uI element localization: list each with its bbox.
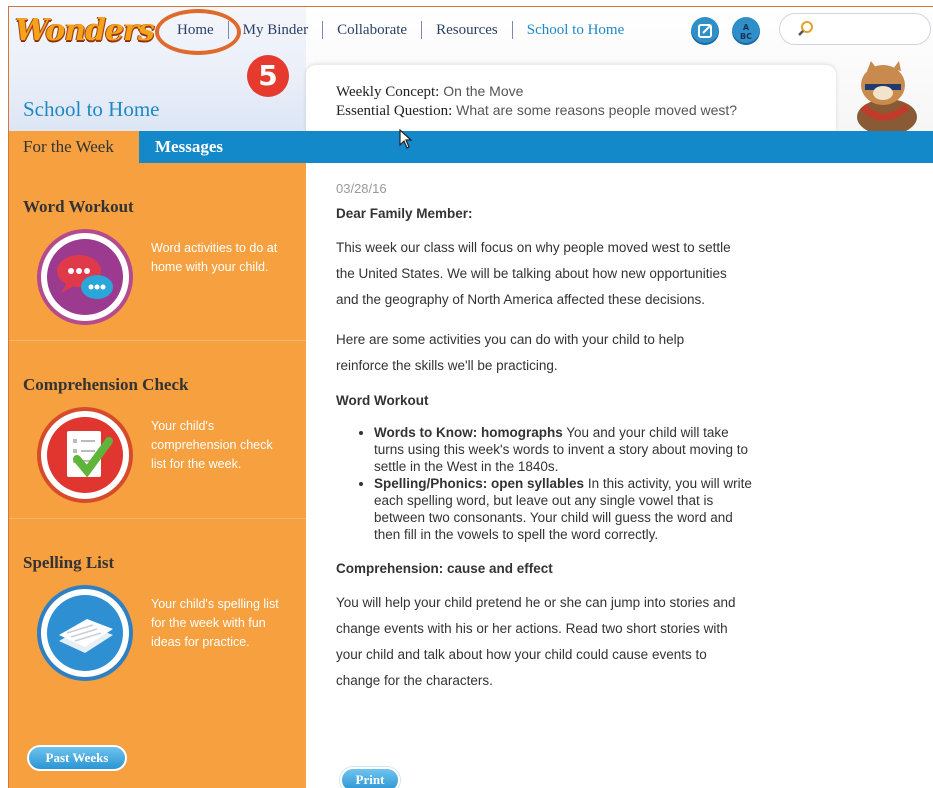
sidebar-section-title: Spelling List xyxy=(23,553,115,572)
tab-bar xyxy=(9,131,933,163)
mouse-pointer-icon xyxy=(399,128,413,154)
print-button[interactable]: Print xyxy=(340,767,400,788)
search-input[interactable] xyxy=(779,13,931,45)
sidebar-section-description: Word activities to do at home with your … xyxy=(151,241,278,274)
letter-paragraph: You will help your child pretend he or s… xyxy=(336,595,736,688)
search-icon[interactable] xyxy=(792,15,820,43)
past-weeks-button[interactable]: Past Weeks xyxy=(27,745,127,771)
sidebar-section-word-workout[interactable]: Word Workout Word activities to do at ho… xyxy=(9,163,306,341)
app-frame: Wonders Home My Binder Collaborate Resou… xyxy=(8,6,933,788)
sidebar-section-description: Your child's comprehension check list fo… xyxy=(151,419,273,471)
wonders-logo[interactable]: Wonders xyxy=(15,13,155,48)
bullet-lead: Words to Know: homographs xyxy=(374,425,563,440)
family-letter: 03/28/16 Dear Family Member: This week o… xyxy=(336,181,752,694)
nav-school-to-home[interactable]: School to Home xyxy=(513,21,639,39)
letter-paragraph: Here are some activities you can do with… xyxy=(336,332,685,373)
list-item: Words to Know: homographs You and your c… xyxy=(374,424,754,475)
abc-glossary-icon[interactable]: A BC xyxy=(732,17,760,45)
checklist-icon[interactable] xyxy=(37,407,133,503)
page-title: School to Home xyxy=(23,97,160,121)
sidebar: Word Workout Word activities to do at ho… xyxy=(9,163,306,788)
weekly-concept-value: On the Move xyxy=(443,83,524,99)
paper-stack-icon[interactable] xyxy=(37,585,133,681)
svg-text:BC: BC xyxy=(740,32,752,41)
home-highlight-ring xyxy=(155,9,241,55)
bullet-lead: Spelling/Phonics: open syllables xyxy=(374,476,585,491)
speech-bubbles-icon[interactable] xyxy=(37,229,133,325)
list-item: Spelling/Phonics: open syllables In this… xyxy=(374,475,754,543)
sidebar-section-spelling-list[interactable]: Spelling List Your child's spelling list… xyxy=(9,519,306,697)
weekly-concept-card: Weekly Concept: On the Move Essential Qu… xyxy=(306,65,836,131)
letter-greeting: Dear Family Member: xyxy=(336,206,473,221)
letter-panel: 03/28/16 Dear Family Member: This week o… xyxy=(306,163,933,788)
nav-resources[interactable]: Resources xyxy=(422,21,513,39)
svg-text:A: A xyxy=(743,23,750,32)
tab-for-the-week[interactable]: For the Week xyxy=(9,131,139,163)
essential-question-label: Essential Question: xyxy=(336,103,453,119)
notebook-edit-icon[interactable] xyxy=(691,17,719,45)
tiger-mascot-image xyxy=(835,57,931,135)
essential-question-value: What are some reasons people moved west? xyxy=(456,102,738,118)
letter-date: 03/28/16 xyxy=(336,181,387,196)
tab-messages[interactable]: Messages xyxy=(155,131,223,163)
word-workout-heading: Word Workout xyxy=(336,393,429,408)
letter-paragraph: This week our class will focus on why pe… xyxy=(336,240,731,307)
essential-question-line: Essential Question: What are some reason… xyxy=(336,102,737,120)
step-number-badge: 5 xyxy=(247,55,289,97)
sidebar-section-title: Word Workout xyxy=(23,197,134,216)
activity-list: Words to Know: homographs You and your c… xyxy=(336,424,754,543)
comprehension-heading: Comprehension: cause and effect xyxy=(336,561,553,576)
weekly-concept-label: Weekly Concept: xyxy=(336,84,440,100)
weekly-concept-line: Weekly Concept: On the Move xyxy=(336,83,523,101)
sidebar-section-description: Your child's spelling list for the week … xyxy=(151,597,279,649)
nav-my-binder[interactable]: My Binder xyxy=(229,21,324,39)
sidebar-section-comprehension-check[interactable]: Comprehension Check Your child's compreh… xyxy=(9,341,306,519)
nav-collaborate[interactable]: Collaborate xyxy=(323,21,423,39)
sidebar-section-title: Comprehension Check xyxy=(23,375,189,394)
